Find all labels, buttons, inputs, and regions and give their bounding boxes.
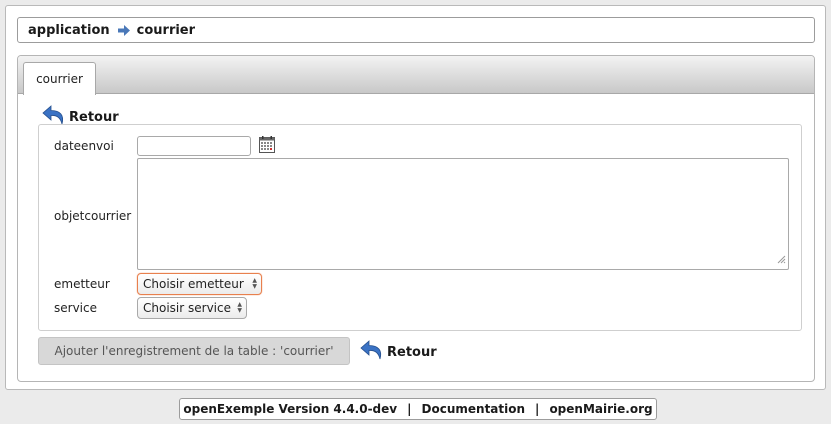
emetteur-selected: Choisir emetteur [143, 277, 244, 291]
tab-courrier[interactable]: courrier [23, 62, 96, 95]
back-arrow-icon [360, 339, 387, 365]
select-arrows-icon: ▲ ▼ [252, 277, 257, 290]
service-select[interactable]: Choisir service ▲ ▼ [137, 297, 247, 319]
main-container: application courrier courrier Retour dat… [5, 5, 826, 390]
submit-button[interactable]: Ajouter l'enregistrement de la table : '… [38, 337, 350, 365]
footer: openExemple Version 4.4.0-dev | Document… [179, 398, 657, 420]
retour-bottom-link[interactable]: Retour [360, 339, 437, 365]
resize-grip-icon[interactable] [777, 253, 786, 267]
dateenvoi-input[interactable] [137, 136, 251, 156]
service-label: service [54, 301, 97, 315]
service-selected: Choisir service [143, 301, 231, 315]
emetteur-select[interactable]: Choisir emetteur ▲ ▼ [137, 273, 262, 295]
retour-bottom-label: Retour [387, 344, 437, 360]
footer-documentation-link[interactable]: Documentation [422, 402, 526, 416]
tab-bar: courrier [18, 56, 814, 95]
breadcrumb: application courrier [17, 17, 815, 43]
footer-site-link[interactable]: openMairie.org [549, 402, 652, 416]
objetcourrier-label: objetcourrier [54, 209, 132, 223]
dateenvoi-label: dateenvoi [54, 139, 114, 153]
footer-separator: | [535, 402, 540, 416]
form-fieldset: dateenvoi objetcourrier emetteur Choisir… [38, 124, 802, 331]
breadcrumb-item-application[interactable]: application [28, 23, 110, 38]
select-arrows-icon: ▲ ▼ [237, 301, 242, 314]
objetcourrier-textarea[interactable] [137, 158, 789, 270]
retour-top-label: Retour [69, 109, 119, 125]
tab-panel: courrier Retour dateenvoi objetcourrier … [17, 55, 815, 382]
calendar-icon[interactable] [259, 136, 275, 153]
emetteur-label: emetteur [54, 277, 110, 291]
footer-version-link[interactable]: openExemple Version 4.4.0-dev [183, 402, 397, 416]
footer-separator: | [407, 402, 412, 416]
arrow-right-icon [117, 24, 130, 36]
breadcrumb-item-courrier: courrier [136, 22, 196, 38]
